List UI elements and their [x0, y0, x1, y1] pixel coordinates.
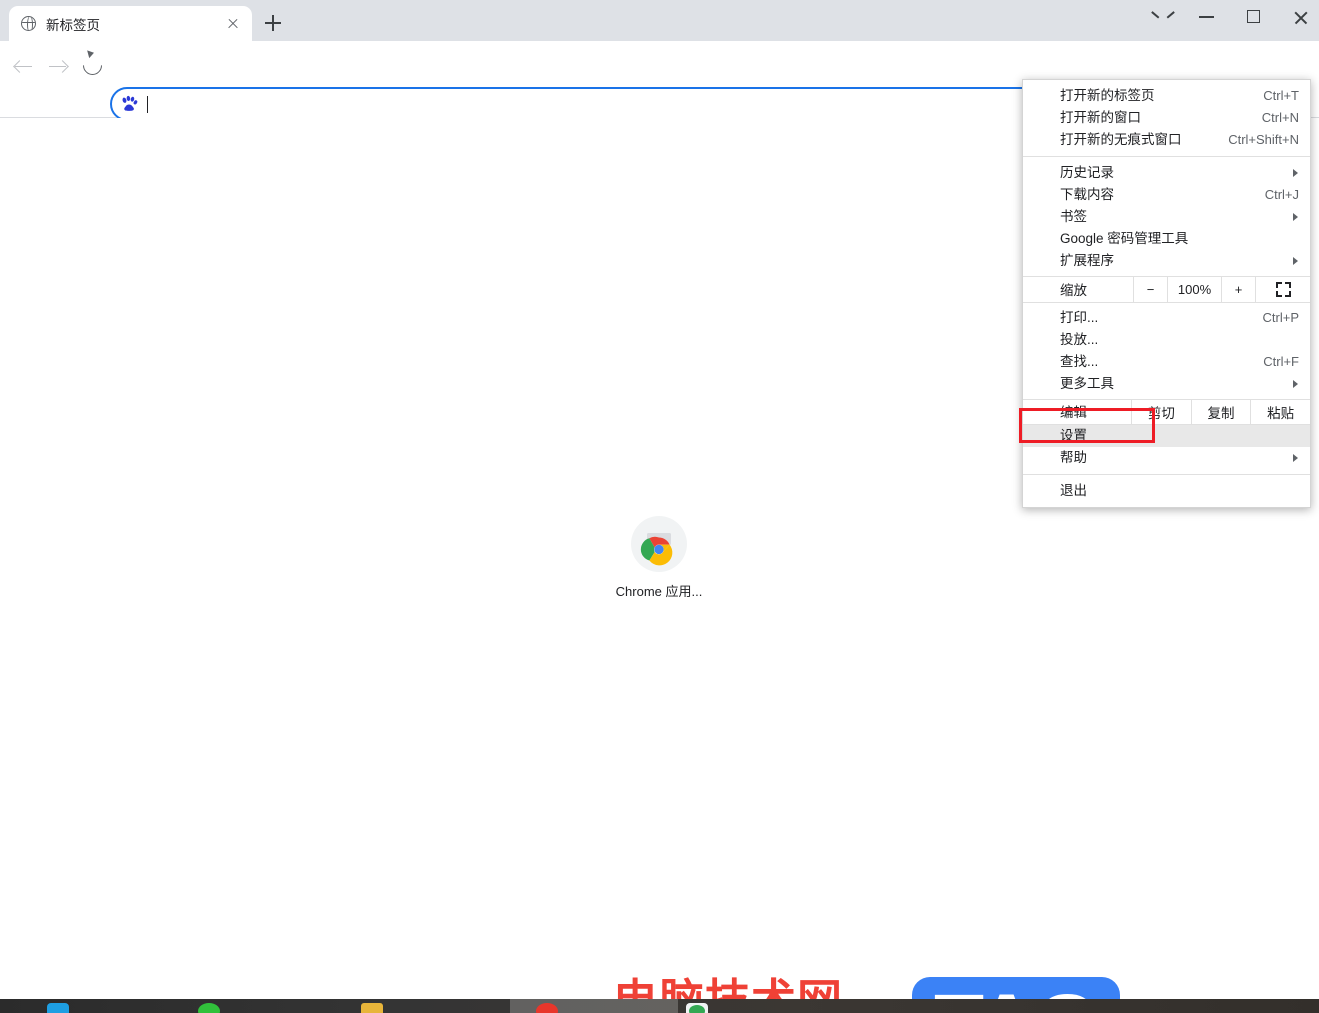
menu-separator [1023, 474, 1310, 475]
fullscreen-button[interactable] [1255, 277, 1310, 302]
chevron-right-icon [1293, 169, 1298, 177]
taskbar-icon-1[interactable] [43, 1003, 73, 1013]
chrome-logo-icon [631, 516, 687, 572]
chevron-right-icon [1293, 380, 1298, 388]
taskbar-icon-3[interactable] [357, 1003, 387, 1013]
menu-accelerator: Ctrl+Shift+N [1228, 132, 1299, 147]
forward-arrow-icon[interactable] [40, 48, 76, 84]
menu-downloads[interactable]: 下载内容 Ctrl+J [1023, 184, 1310, 206]
menu-separator [1023, 156, 1310, 157]
menu-accelerator: Ctrl+P [1262, 310, 1299, 325]
menu-exit[interactable]: 退出 [1023, 480, 1310, 502]
fullscreen-icon [1275, 282, 1291, 297]
zoom-label: 缩放 [1060, 283, 1087, 298]
windows-taskbar [0, 999, 1319, 1013]
browser-window: 新标签页 Chrome 应用... 打开新的标签页 Ctrl+T 打开新的窗口 … [0, 0, 1319, 1013]
back-arrow-icon[interactable] [6, 48, 42, 84]
menu-accelerator: Ctrl+T [1263, 88, 1299, 103]
menu-help[interactable]: 帮助 [1023, 447, 1310, 469]
cut-button[interactable]: 剪切 [1131, 400, 1191, 424]
chrome-main-menu: 打开新的标签页 Ctrl+T 打开新的窗口 Ctrl+N 打开新的无痕式窗口 C… [1022, 79, 1311, 508]
text-cursor [147, 95, 149, 113]
copy-button[interactable]: 复制 [1190, 400, 1251, 424]
reload-icon[interactable] [75, 48, 111, 84]
watermark-cn-text: 电脑技术网 [613, 976, 843, 1000]
edit-label: 编辑 [1060, 405, 1087, 420]
menu-new-incognito-window[interactable]: 打开新的无痕式窗口 Ctrl+Shift+N [1023, 129, 1310, 151]
menu-more-tools[interactable]: 更多工具 [1023, 373, 1310, 395]
menu-edit-row: 编辑 剪切 复制 粘贴 [1023, 399, 1310, 425]
menu-new-tab[interactable]: 打开新的标签页 Ctrl+T [1023, 85, 1310, 107]
menu-password-manager[interactable]: Google 密码管理工具 [1023, 228, 1310, 250]
watermark-tag-badge: TAG [912, 977, 1120, 999]
maximize-button[interactable] [1230, 0, 1277, 32]
menu-extensions[interactable]: 扩展程序 [1023, 250, 1310, 272]
taskbar-icon-2[interactable] [194, 1003, 224, 1013]
zoom-level-value: 100% [1167, 277, 1221, 302]
shortcut-chrome-apps[interactable]: Chrome 应用... [612, 516, 706, 600]
new-tab-button[interactable] [258, 8, 288, 38]
menu-new-window[interactable]: 打开新的窗口 Ctrl+N [1023, 107, 1310, 129]
taskbar-icon-5[interactable] [682, 1003, 712, 1013]
menu-find[interactable]: 查找... Ctrl+F [1023, 351, 1310, 373]
paste-button[interactable]: 粘贴 [1250, 400, 1310, 424]
menu-print[interactable]: 打印... Ctrl+P [1023, 307, 1310, 329]
baidu-paw-icon [120, 95, 138, 113]
shortcut-label: Chrome 应用... [615, 584, 703, 599]
browser-tab[interactable]: 新标签页 [9, 6, 252, 41]
zoom-in-button[interactable]: + [1221, 277, 1255, 302]
taskbar-icon-4[interactable] [532, 1003, 562, 1013]
menu-history[interactable]: 历史记录 [1023, 162, 1310, 184]
globe-icon [21, 15, 37, 32]
menu-settings[interactable]: 设置 [1023, 425, 1310, 447]
zoom-out-button[interactable]: − [1133, 277, 1167, 302]
chevron-right-icon [1293, 257, 1298, 265]
chevron-right-icon [1293, 454, 1298, 462]
minimize-button[interactable] [1183, 0, 1230, 32]
menu-accelerator: Ctrl+N [1261, 110, 1299, 125]
close-icon[interactable] [222, 13, 244, 35]
watermark-tagxp: 电脑技术网 www.tagxp.com TAG [613, 976, 1120, 1000]
chevron-down-icon[interactable] [1136, 0, 1183, 32]
menu-zoom-row: 缩放 − 100% + [1023, 276, 1310, 303]
close-window-button[interactable] [1277, 0, 1319, 32]
menu-cast[interactable]: 投放... [1023, 329, 1310, 351]
tab-title: 新标签页 [46, 17, 100, 33]
menu-accelerator: Ctrl+J [1264, 187, 1299, 202]
menu-bookmarks[interactable]: 书签 [1023, 206, 1310, 228]
tab-strip: 新标签页 [0, 0, 1319, 41]
menu-accelerator: Ctrl+F [1263, 354, 1299, 369]
chevron-right-icon [1293, 213, 1298, 221]
